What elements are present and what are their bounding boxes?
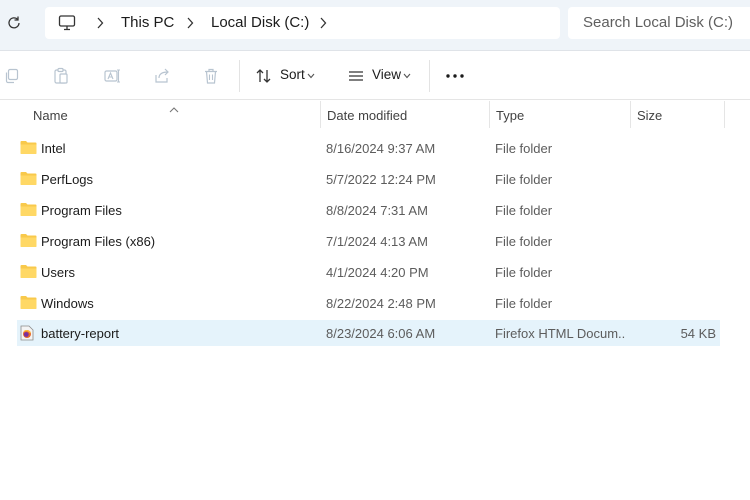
folder-icon xyxy=(20,202,37,217)
file-type: File folder xyxy=(495,172,553,187)
column-header-type[interactable]: Type xyxy=(496,108,524,123)
column-header-date[interactable]: Date modified xyxy=(327,108,407,123)
file-name: Intel xyxy=(41,141,66,156)
file-type: Firefox HTML Docum... xyxy=(495,326,625,341)
file-date: 8/22/2024 2:48 PM xyxy=(326,296,436,311)
toolbar-divider xyxy=(429,60,430,92)
more-icon[interactable] xyxy=(444,65,466,87)
file-date: 8/23/2024 6:06 AM xyxy=(326,326,436,341)
delete-icon[interactable] xyxy=(200,65,222,87)
file-type: File folder xyxy=(495,265,553,280)
column-divider[interactable] xyxy=(320,101,321,128)
file-row-selected[interactable]: battery-report 8/23/2024 6:06 AM Firefox… xyxy=(17,320,720,346)
file-name: Windows xyxy=(41,296,94,311)
refresh-icon[interactable] xyxy=(2,10,26,36)
file-name: Program Files xyxy=(41,203,122,218)
rename-icon[interactable] xyxy=(101,65,123,87)
file-date: 5/7/2022 12:24 PM xyxy=(326,172,436,187)
paste-icon[interactable] xyxy=(50,65,72,87)
file-name: Program Files (x86) xyxy=(41,234,156,249)
file-type: File folder xyxy=(495,234,553,249)
column-headers: Name Date modified Type Size xyxy=(0,101,750,130)
share-icon[interactable] xyxy=(151,65,173,87)
file-name: battery-report xyxy=(41,326,120,341)
file-row[interactable]: Windows 8/22/2024 2:48 PM File folder xyxy=(17,290,720,316)
copy-icon[interactable] xyxy=(1,65,23,87)
file-type: File folder xyxy=(495,141,553,156)
file-size: 54 KB xyxy=(680,326,716,341)
sort-icon[interactable] xyxy=(253,65,275,87)
view-icon[interactable] xyxy=(345,65,367,87)
chevron-right-icon[interactable] xyxy=(318,16,328,30)
chevron-down-icon[interactable] xyxy=(305,65,317,87)
command-bar: Sort View xyxy=(0,52,750,100)
view-button[interactable]: View xyxy=(372,67,401,82)
folder-icon xyxy=(20,140,37,155)
file-row[interactable]: PerfLogs 5/7/2022 12:24 PM File folder xyxy=(17,166,720,192)
folder-icon xyxy=(20,295,37,310)
html-file-icon xyxy=(20,325,37,341)
address-bar: This PC Local Disk (C:) Search Local Dis… xyxy=(0,0,750,51)
search-input[interactable]: Search Local Disk (C:) xyxy=(568,7,750,39)
file-name: PerfLogs xyxy=(41,172,94,187)
breadcrumb-item-local-disk[interactable]: Local Disk (C:) xyxy=(211,14,309,31)
column-header-name[interactable]: Name xyxy=(33,108,68,123)
this-pc-icon[interactable] xyxy=(57,13,77,33)
file-date: 4/1/2024 4:20 PM xyxy=(326,265,429,280)
breadcrumb-item-this-pc[interactable]: This PC xyxy=(121,14,174,31)
file-row[interactable]: Program Files 8/8/2024 7:31 AM File fold… xyxy=(17,197,720,223)
column-divider[interactable] xyxy=(630,101,631,128)
file-row[interactable]: Program Files (x86) 7/1/2024 4:13 AM Fil… xyxy=(17,228,720,254)
file-row[interactable]: Intel 8/16/2024 9:37 AM File folder xyxy=(17,135,720,161)
file-date: 8/8/2024 7:31 AM xyxy=(326,203,428,218)
column-header-size[interactable]: Size xyxy=(637,108,662,123)
file-date: 8/16/2024 9:37 AM xyxy=(326,141,436,156)
file-name: Users xyxy=(41,265,75,280)
file-date: 7/1/2024 4:13 AM xyxy=(326,234,428,249)
file-row[interactable]: Users 4/1/2024 4:20 PM File folder xyxy=(17,259,720,285)
sort-ascending-icon xyxy=(169,101,179,113)
column-divider[interactable] xyxy=(489,101,490,128)
folder-icon xyxy=(20,233,37,248)
toolbar-divider xyxy=(239,60,240,92)
chevron-down-icon[interactable] xyxy=(401,65,413,87)
folder-icon xyxy=(20,171,37,186)
column-divider[interactable] xyxy=(724,101,725,128)
file-type: File folder xyxy=(495,296,553,311)
sort-button[interactable]: Sort xyxy=(280,67,305,82)
chevron-right-icon[interactable] xyxy=(95,16,105,30)
search-placeholder: Search Local Disk (C:) xyxy=(583,14,734,31)
file-type: File folder xyxy=(495,203,553,218)
chevron-right-icon[interactable] xyxy=(185,16,195,30)
folder-icon xyxy=(20,264,37,279)
breadcrumb[interactable]: This PC Local Disk (C:) xyxy=(45,7,560,39)
